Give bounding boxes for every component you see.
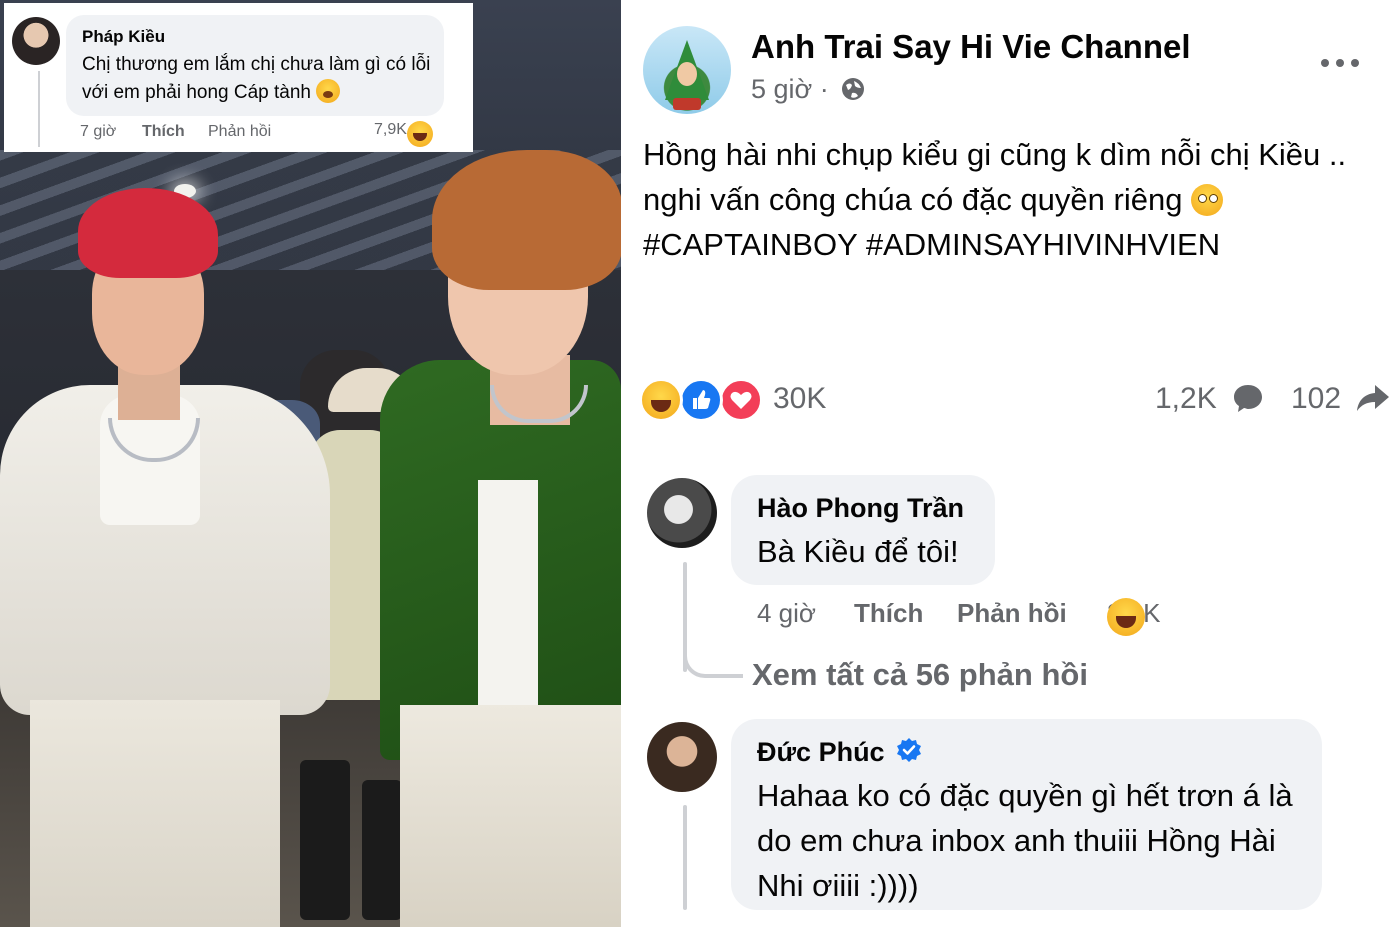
comment-bubble: Hào Phong Trần Bà Kiều để tôi! [731, 475, 995, 585]
comment-text: Bà Kiều để tôi! [757, 534, 959, 569]
orange-hair [432, 150, 621, 290]
post-timestamp[interactable]: 5 giờ · [751, 74, 866, 105]
background-boots [362, 780, 402, 920]
comment-bubble: Pháp Kiều Chị thương em lắm chị chưa làm… [66, 15, 444, 116]
reaction-count[interactable]: 30K [773, 382, 826, 416]
white-pants [400, 705, 621, 927]
red-hair [78, 188, 218, 278]
avatar[interactable] [647, 478, 717, 548]
comment-count[interactable]: 1,2K [1155, 382, 1265, 416]
avatar[interactable] [12, 17, 60, 65]
share-count-text: 102 [1291, 382, 1342, 415]
share-count[interactable]: 102 [1291, 382, 1390, 416]
comment-count-text: 1,2K [1155, 382, 1217, 415]
post-line-2: nghi vấn công chúa có đặc quyền riêng [643, 177, 1363, 222]
haha-icon [406, 121, 433, 147]
white-tank [478, 480, 538, 720]
comment-text-content: Chị thương em lắm chị chưa làm gì có lỗi… [82, 54, 431, 103]
inset-comment: Pháp Kiều Chị thương em lắm chị chưa làm… [4, 3, 473, 152]
avatar-face [677, 62, 697, 86]
post-line-2-text: nghi vấn công chúa có đặc quyền riêng [643, 182, 1183, 217]
post-time-text: 5 giờ · [751, 74, 829, 104]
reaction-count: 7,9K [374, 121, 407, 138]
comment-author[interactable]: Hào Phong Trần [757, 493, 964, 524]
view-all-replies-link[interactable]: Xem tất cả 56 phản hồi [752, 657, 1088, 693]
reply-button[interactable]: Phản hồi [208, 123, 271, 141]
comment-author[interactable]: Pháp Kiều [82, 27, 165, 47]
more-options-icon[interactable] [1316, 48, 1364, 78]
background-boots [300, 760, 350, 920]
thread-connector [683, 640, 743, 678]
reply-button[interactable]: Phản hồi [957, 598, 1067, 629]
comment-bubble: Đức Phúc Hahaa ko có đặc quyền gì hết tr… [731, 719, 1322, 910]
white-pants [30, 700, 280, 927]
haha-icon [639, 378, 683, 422]
eye-roll-emoji-icon [1191, 184, 1224, 216]
post-line-1: Hồng hài nhi chụp kiểu gi cũng k dìm nỗi… [643, 137, 1347, 172]
share-icon [1357, 385, 1390, 411]
comment-text: Chị thương em lắm chị chưa làm gì có lỗi… [82, 51, 432, 107]
reaction-summary[interactable]: 7,9K [374, 121, 433, 147]
page-name[interactable]: Anh Trai Say Hi Vie Channel [751, 28, 1191, 66]
comment-text: Hahaa ko có đặc quyền gì hết trơn á là d… [757, 778, 1293, 903]
post-body: Hồng hài nhi chụp kiểu gi cũng k dìm nỗi… [643, 132, 1363, 267]
haha-icon [1107, 598, 1145, 636]
comment-author[interactable]: Đức Phúc [757, 737, 922, 768]
thread-line [38, 71, 40, 147]
globe-icon [842, 78, 865, 100]
facebook-post: Anh Trai Say Hi Vie Channel 5 giờ · Hồng… [621, 0, 1390, 927]
like-button[interactable]: Thích [142, 123, 185, 141]
page-avatar[interactable] [643, 26, 731, 114]
pleading-emoji-icon [316, 79, 341, 103]
like-icon [679, 378, 723, 422]
heart-glyph [730, 391, 752, 409]
thread-line [683, 805, 687, 910]
post-hashtags[interactable]: #CAPTAINBOY #ADMINSAYHIVINHVIEN [643, 222, 1363, 267]
thumbs-up-glyph [693, 390, 711, 409]
like-button[interactable]: Thích [854, 598, 923, 629]
comment-time[interactable]: 7 giờ [80, 123, 116, 141]
avatar[interactable] [647, 722, 717, 792]
pot [673, 98, 701, 110]
comment-icon [1234, 385, 1263, 412]
comment-time[interactable]: 4 giờ [757, 598, 816, 629]
comment-author-name: Đức Phúc [757, 737, 885, 767]
verified-badge-icon [897, 738, 922, 762]
love-icon [719, 378, 763, 422]
